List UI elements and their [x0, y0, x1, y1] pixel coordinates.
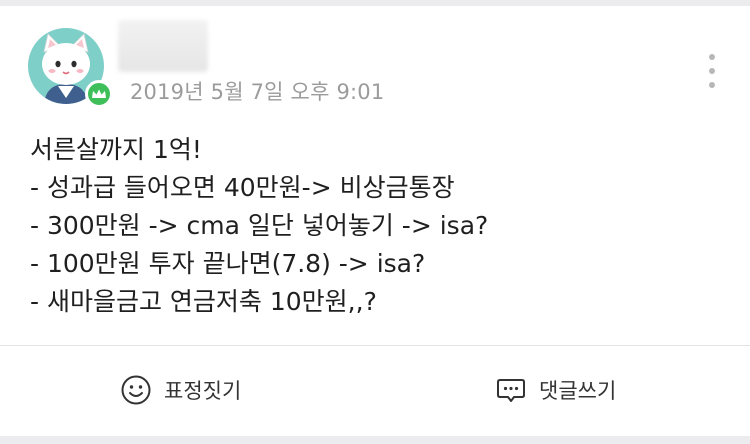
post-line: 서른살까지 1억!	[30, 135, 202, 164]
comment-bubble-icon	[497, 379, 525, 402]
crown-icon	[85, 80, 113, 108]
post-line: - 100만원 투자 끝나면(7.8) -> isa?	[30, 249, 426, 278]
action-divider	[0, 345, 750, 346]
smiley-icon	[121, 375, 151, 405]
post-line: - 성과급 들어오면 40만원-> 비상금통장	[30, 173, 455, 202]
more-vertical-icon[interactable]	[702, 54, 722, 88]
comment-label: 댓글쓰기	[539, 379, 617, 403]
top-separator	[0, 0, 750, 6]
comment-button[interactable]: 댓글쓰기	[495, 370, 616, 410]
post-line: - 새마을금고 연금저축 10만원,,?	[30, 287, 377, 316]
post-timestamp: 2019년 5월 7일 오후 9:01	[130, 80, 385, 104]
post-line: - 300만원 -> cma 일단 넣어놓기 -> isa?	[30, 211, 489, 240]
post-body: 서른살까지 1억! - 성과급 들어오면 40만원-> 비상금통장 - 300만…	[30, 131, 730, 321]
bottom-separator	[0, 436, 750, 444]
author-name-redacted[interactable]	[118, 20, 208, 72]
react-button[interactable]: 표정짓기	[120, 370, 241, 410]
react-label: 표정짓기	[164, 379, 242, 403]
